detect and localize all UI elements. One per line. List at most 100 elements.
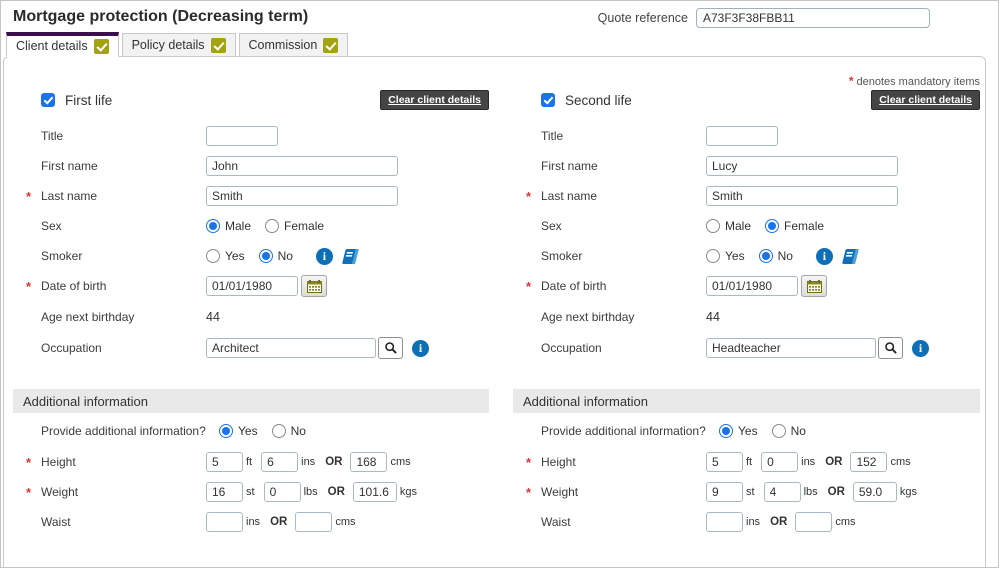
occupation-input[interactable] <box>206 338 376 358</box>
first-life-checkbox[interactable] <box>41 93 55 107</box>
dob-input[interactable] <box>206 276 298 296</box>
tab-commission[interactable]: Commission <box>239 33 349 57</box>
weight-st-input[interactable] <box>206 482 243 502</box>
info-icon[interactable]: i <box>912 340 929 357</box>
unit-cms: cms <box>835 516 855 528</box>
weight-lbs-input[interactable] <box>264 482 301 502</box>
additional-information-header: Additional information <box>513 389 980 413</box>
provide-no-radio[interactable] <box>272 424 286 438</box>
quote-reference-label: Quote reference <box>598 11 688 25</box>
additional-information-title: Additional information <box>523 394 648 409</box>
unit-ft: ft <box>246 456 252 468</box>
tab-client-details[interactable]: Client details <box>6 32 119 57</box>
waist-ins-input[interactable] <box>206 512 243 532</box>
info-icon[interactable]: i <box>816 248 833 265</box>
info-icon[interactable]: i <box>316 248 333 265</box>
weight-kgs-input[interactable] <box>853 482 897 502</box>
occupation-row: Occupation i <box>13 333 489 363</box>
first-name-row: First name <box>513 151 980 181</box>
smoker-no-label: No <box>278 249 293 263</box>
first-name-input[interactable] <box>706 156 898 176</box>
clear-client-details-button[interactable]: Clear client details <box>871 90 980 110</box>
or-label: OR <box>770 516 787 528</box>
sex-female-radio[interactable] <box>765 219 779 233</box>
info-icon[interactable]: i <box>412 340 429 357</box>
occupation-input[interactable] <box>706 338 876 358</box>
waist-ins-input[interactable] <box>706 512 743 532</box>
height-ins-input[interactable] <box>261 452 298 472</box>
sex-female-radio[interactable] <box>265 219 279 233</box>
waist-cms-input[interactable] <box>795 512 832 532</box>
provide-yes-radio[interactable] <box>219 424 233 438</box>
weight-kgs-input[interactable] <box>353 482 397 502</box>
required-asterisk: * <box>513 279 541 294</box>
book-icon[interactable] <box>840 248 860 265</box>
first-name-input[interactable] <box>206 156 398 176</box>
second-life-checkbox[interactable] <box>541 93 555 107</box>
height-row: *Height ft ins OR cms <box>513 447 980 477</box>
weight-st-input[interactable] <box>706 482 743 502</box>
clear-client-details-button[interactable]: Clear client details <box>380 90 489 110</box>
check-icon <box>94 39 109 54</box>
tab-policy-details[interactable]: Policy details <box>122 33 236 57</box>
calendar-icon[interactable] <box>301 275 327 297</box>
sex-male-radio[interactable] <box>706 219 720 233</box>
unit-kgs: kgs <box>900 486 917 498</box>
waist-label: Waist <box>541 515 706 529</box>
search-icon[interactable] <box>878 337 903 359</box>
last-name-input[interactable] <box>706 186 898 206</box>
age-value: 44 <box>706 310 720 324</box>
required-asterisk: * <box>13 455 41 470</box>
smoker-no-radio[interactable] <box>759 249 773 263</box>
sex-male-radio[interactable] <box>206 219 220 233</box>
dob-row: *Date of birth <box>13 271 489 301</box>
height-cms-input[interactable] <box>850 452 887 472</box>
smoker-label: Smoker <box>41 249 206 263</box>
page-title: Mortgage protection (Decreasing term) <box>13 8 308 26</box>
age-row: Age next birthday 44 <box>513 301 980 333</box>
smoker-no-radio[interactable] <box>259 249 273 263</box>
or-label: OR <box>328 486 345 498</box>
age-row: Age next birthday 44 <box>13 301 489 333</box>
height-cms-input[interactable] <box>350 452 387 472</box>
dob-input[interactable] <box>706 276 798 296</box>
book-icon[interactable] <box>340 248 360 265</box>
calendar-icon[interactable] <box>801 275 827 297</box>
sex-row: Sex Male Female <box>513 211 980 241</box>
title-label: Title <box>541 129 706 143</box>
height-label: Height <box>41 455 206 469</box>
search-icon[interactable] <box>378 337 403 359</box>
smoker-yes-label: Yes <box>725 249 745 263</box>
required-asterisk: * <box>513 485 541 500</box>
quote-reference-group: Quote reference <box>598 8 930 28</box>
provide-no-radio[interactable] <box>772 424 786 438</box>
smoker-label: Smoker <box>541 249 706 263</box>
unit-kgs: kgs <box>400 486 417 498</box>
first-life-column: First life Clear client details Title Fi… <box>13 87 489 537</box>
height-ins-input[interactable] <box>761 452 798 472</box>
unit-cms: cms <box>390 456 410 468</box>
first-life-header: First life Clear client details <box>13 87 489 113</box>
last-name-input[interactable] <box>206 186 398 206</box>
height-ft-input[interactable] <box>206 452 243 472</box>
weight-lbs-input[interactable] <box>764 482 801 502</box>
provide-no-label: No <box>791 424 806 438</box>
title-input[interactable] <box>706 126 778 146</box>
second-life-column: Second life Clear client details Title F… <box>513 87 980 537</box>
occupation-row: Occupation i <box>513 333 980 363</box>
unit-lbs: lbs <box>804 486 818 498</box>
smoker-yes-radio[interactable] <box>706 249 720 263</box>
height-ft-input[interactable] <box>706 452 743 472</box>
waist-cms-input[interactable] <box>295 512 332 532</box>
provide-additional-row: Provide additional information? Yes No <box>513 415 980 447</box>
title-label: Title <box>41 129 206 143</box>
quote-reference-input[interactable] <box>696 8 930 28</box>
last-name-label: Last name <box>41 189 206 203</box>
unit-ins: ins <box>746 516 760 528</box>
smoker-yes-radio[interactable] <box>206 249 220 263</box>
provide-yes-radio[interactable] <box>719 424 733 438</box>
height-label: Height <box>541 455 706 469</box>
required-asterisk: * <box>513 189 541 204</box>
required-asterisk: * <box>13 485 41 500</box>
title-input[interactable] <box>206 126 278 146</box>
